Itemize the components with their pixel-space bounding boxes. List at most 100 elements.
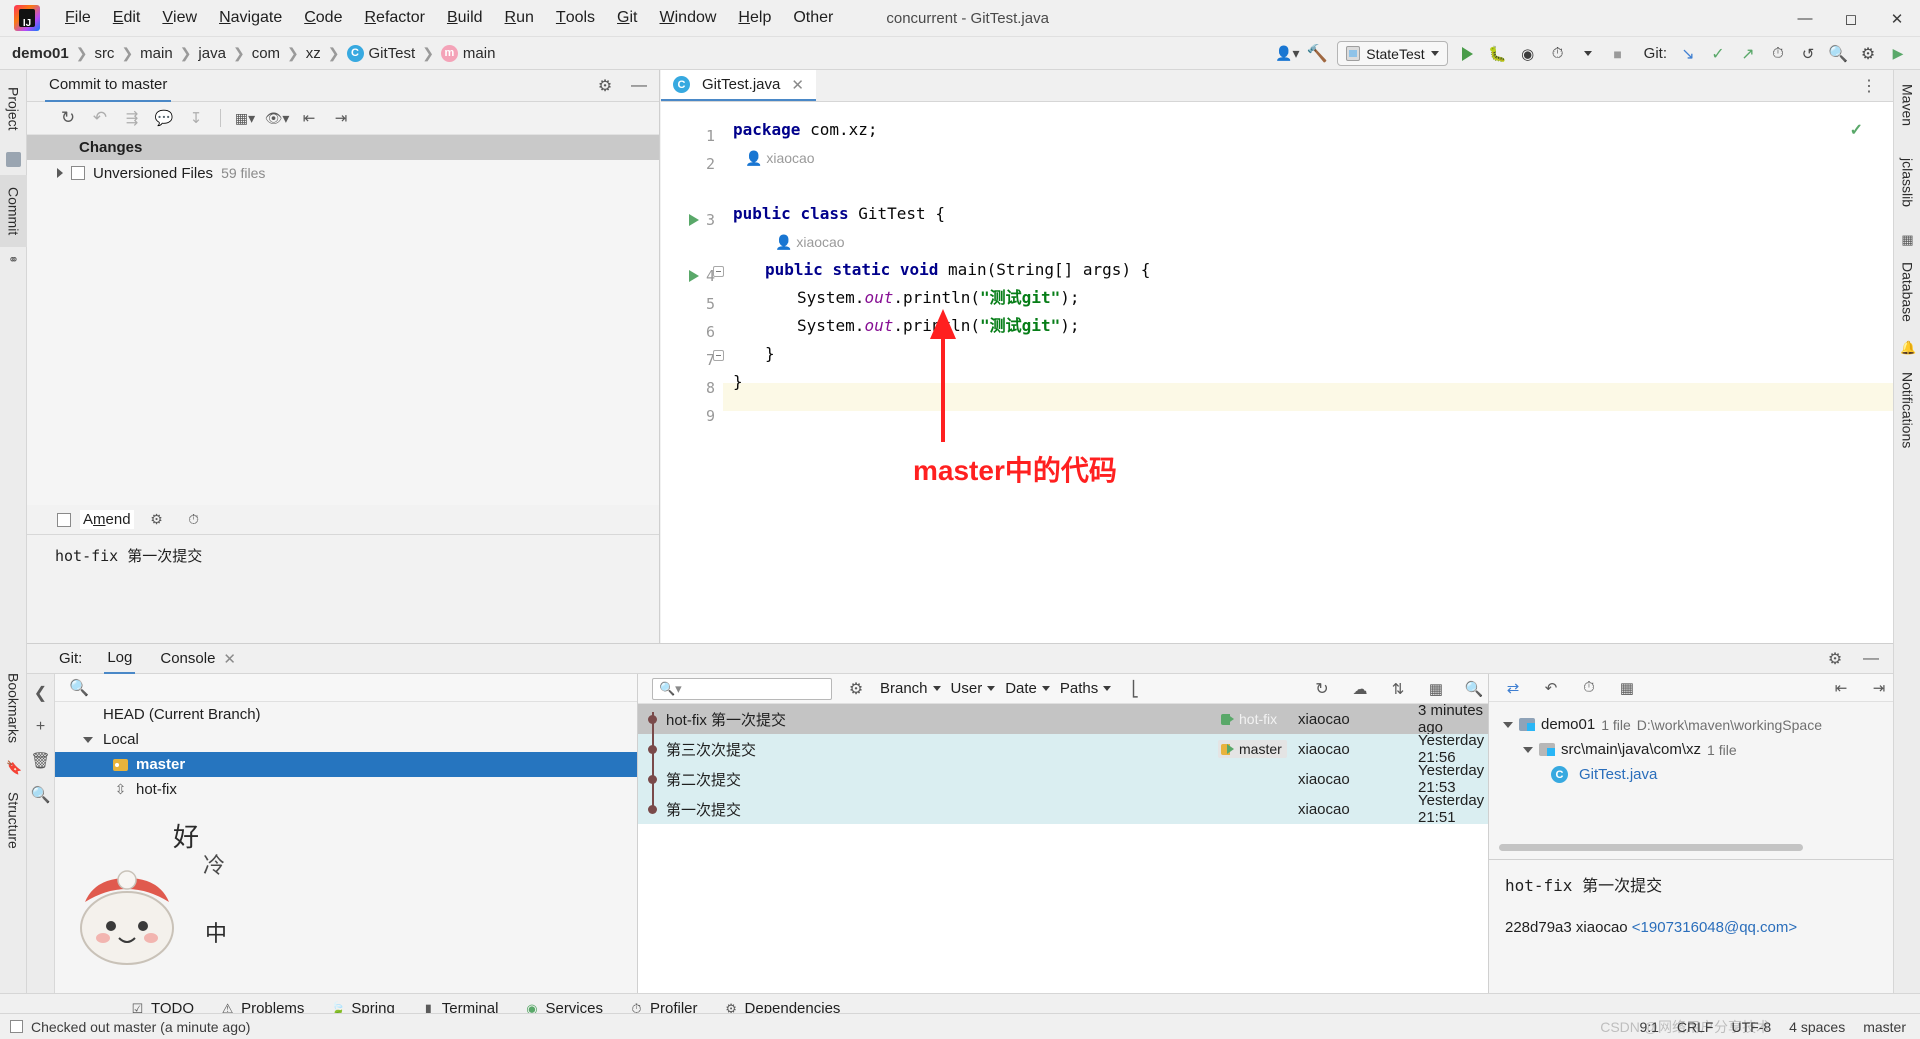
collapse-all-icon[interactable]: ⇥ (1865, 675, 1893, 701)
add-icon[interactable]: + (32, 718, 50, 736)
code-editor[interactable]: 1 2 3 4 5 6 7 8 9 package com.xz; 👤 xiao… (661, 102, 1893, 643)
tree-row-project[interactable]: demo01 1 file D:\work\maven\workingSpace (1489, 712, 1893, 737)
minimize-icon[interactable]: — (1857, 646, 1885, 672)
grid-view-icon[interactable]: ▦ (1613, 675, 1641, 701)
chevron-right-icon[interactable] (57, 168, 63, 178)
line-separator[interactable]: CRLF (1677, 1019, 1714, 1035)
file-encoding[interactable]: UTF-8 (1731, 1019, 1771, 1035)
amend-checkbox[interactable] (57, 512, 71, 527)
indent-setting[interactable]: 4 spaces (1789, 1019, 1845, 1035)
close-button[interactable]: ✕ (1874, 0, 1920, 37)
menu-code[interactable]: Code (293, 0, 353, 37)
commit-check-icon[interactable]: ✓ (1704, 40, 1732, 67)
settings-gear-icon[interactable]: ⚙ (1854, 40, 1882, 67)
branch-row-master[interactable]: master (55, 752, 637, 777)
minimize-button[interactable]: — (1782, 0, 1828, 37)
download-icon[interactable]: ↧ (182, 105, 210, 131)
filter-date[interactable]: Date (1005, 680, 1050, 697)
code-fold-icon[interactable] (713, 266, 724, 277)
unversioned-files-checkbox[interactable] (71, 166, 85, 180)
unversioned-files-row[interactable]: Unversioned Files 59 files (27, 160, 659, 186)
search-icon[interactable]: 🔍 (31, 786, 51, 804)
find-icon[interactable]: 🔍 (1460, 676, 1488, 702)
breadcrumb-xz[interactable]: xz (306, 45, 321, 62)
menu-run[interactable]: Run (494, 0, 545, 37)
close-icon[interactable]: ✕ (223, 650, 236, 668)
rollback-icon[interactable]: ↺ (1794, 40, 1822, 67)
tree-row-package[interactable]: src\main\java\com\xz 1 file (1489, 737, 1893, 762)
branch-row-head[interactable]: HEAD (Current Branch) (55, 702, 637, 727)
preview-eye-icon[interactable]: 👁▾ (263, 105, 291, 131)
settings-gear-icon[interactable]: ⚙ (842, 676, 870, 702)
run-method-gutter-icon[interactable] (689, 270, 699, 282)
sidebar-item-database[interactable]: Database (1894, 252, 1920, 332)
run-with-coverage-icon[interactable]: ◉ (1514, 40, 1542, 67)
breadcrumb-src[interactable]: src (94, 45, 114, 62)
tab-console[interactable]: Console ✕ (157, 644, 239, 674)
refresh-icon[interactable]: ↻ (1308, 676, 1336, 702)
expand-all-icon[interactable]: ⇤ (295, 105, 323, 131)
collapse-all-icon[interactable]: ⇥ (327, 105, 355, 131)
show-graph-icon[interactable]: ☁ (1346, 676, 1374, 702)
comment-icon[interactable]: 💬 (150, 105, 178, 131)
profiler-icon[interactable]: ⏱ (1544, 40, 1572, 67)
expand-all-icon[interactable]: ⇤ (1827, 675, 1855, 701)
menu-window[interactable]: Window (649, 0, 728, 37)
branch-row-hotfix[interactable]: ⇳ hot-fix (55, 777, 637, 802)
breadcrumb-java[interactable]: java (198, 45, 226, 62)
grid-icon[interactable]: ▦ (1422, 676, 1450, 702)
tree-row-file[interactable]: C GitTest.java (1489, 762, 1893, 787)
menu-refactor[interactable]: Refactor (353, 0, 435, 37)
breadcrumb-com[interactable]: com (252, 45, 280, 62)
breadcrumb-gittest[interactable]: C GitTest (346, 44, 415, 62)
sidebar-item-maven[interactable]: Maven (1894, 74, 1920, 136)
commit-to-master-tab[interactable]: Commit to master (45, 70, 172, 102)
tab-log[interactable]: Log (104, 644, 136, 674)
filter-branch[interactable]: Branch (880, 680, 941, 697)
filter-paths[interactable]: Paths (1060, 680, 1112, 697)
show-diff-icon[interactable]: ⇶ (118, 105, 146, 131)
run-icon[interactable] (1454, 40, 1482, 67)
sidebar-item-commit[interactable]: Commit (0, 175, 27, 247)
menu-file[interactable]: File (54, 0, 102, 37)
tab-gittest-java[interactable]: C GitTest.java ✕ (661, 70, 816, 101)
commit-author-email[interactable]: <1907316048@qq.com> (1632, 919, 1797, 936)
caret-position[interactable]: 9:1 (1639, 1019, 1658, 1035)
menu-navigate[interactable]: Navigate (208, 0, 293, 37)
menu-git[interactable]: Git (606, 0, 648, 37)
user-dropdown-icon[interactable]: 👤▾ (1273, 40, 1301, 67)
search-everywhere-icon[interactable]: 🔍 (1824, 40, 1852, 67)
menu-build[interactable]: Build (436, 0, 494, 37)
branch-search-box[interactable]: 🔍 (55, 674, 637, 702)
run-configuration-selector[interactable]: StateTest (1337, 41, 1448, 66)
code-content[interactable]: package com.xz; 👤 xiaocao public class G… (713, 102, 1893, 643)
run-class-gutter-icon[interactable] (689, 214, 699, 226)
profiler-dropdown-icon[interactable] (1574, 40, 1602, 67)
menu-help[interactable]: Help (727, 0, 782, 37)
table-row[interactable]: 第二次提交 xiaocao Yesterday 21:53 (638, 762, 1488, 796)
log-search-box[interactable]: 🔍▾ (652, 677, 832, 700)
filter-user[interactable]: User (951, 680, 996, 697)
code-fold-icon[interactable] (713, 350, 724, 361)
close-icon[interactable]: ✕ (791, 76, 804, 94)
table-row[interactable]: 第三次次提交 master xiaocao Yesterday 21:56 (638, 732, 1488, 766)
sidebar-item-notifications[interactable]: Notifications (1894, 360, 1920, 460)
git-branch-widget[interactable]: master (1863, 1019, 1906, 1035)
menu-edit[interactable]: Edit (102, 0, 152, 37)
settings-gear-icon[interactable]: ⚙ (591, 73, 619, 99)
menu-view[interactable]: View (151, 0, 208, 37)
history-icon[interactable]: ⏱ (1575, 675, 1603, 701)
debug-icon[interactable]: 🐛 (1484, 40, 1512, 67)
breadcrumb-main-dir[interactable]: main (140, 45, 173, 62)
inspection-ok-icon[interactable]: ✓ (1850, 120, 1863, 140)
commit-options-gear-icon[interactable]: ⚙ (143, 507, 171, 533)
group-by-icon[interactable]: ▦▾ (231, 105, 259, 131)
intellisort-icon[interactable]: ⇅ (1384, 676, 1412, 702)
chevron-down-icon[interactable] (83, 736, 93, 743)
update-project-icon[interactable]: ↘ (1674, 40, 1702, 67)
settings-gear-icon[interactable]: ⚙ (1821, 646, 1849, 672)
new-tab-icon[interactable]: ⎣ (1121, 676, 1149, 702)
chevron-down-icon[interactable] (1523, 746, 1533, 753)
expand-icon[interactable]: ⇄ (1499, 675, 1527, 701)
breadcrumb-main-method[interactable]: m main (440, 44, 495, 62)
